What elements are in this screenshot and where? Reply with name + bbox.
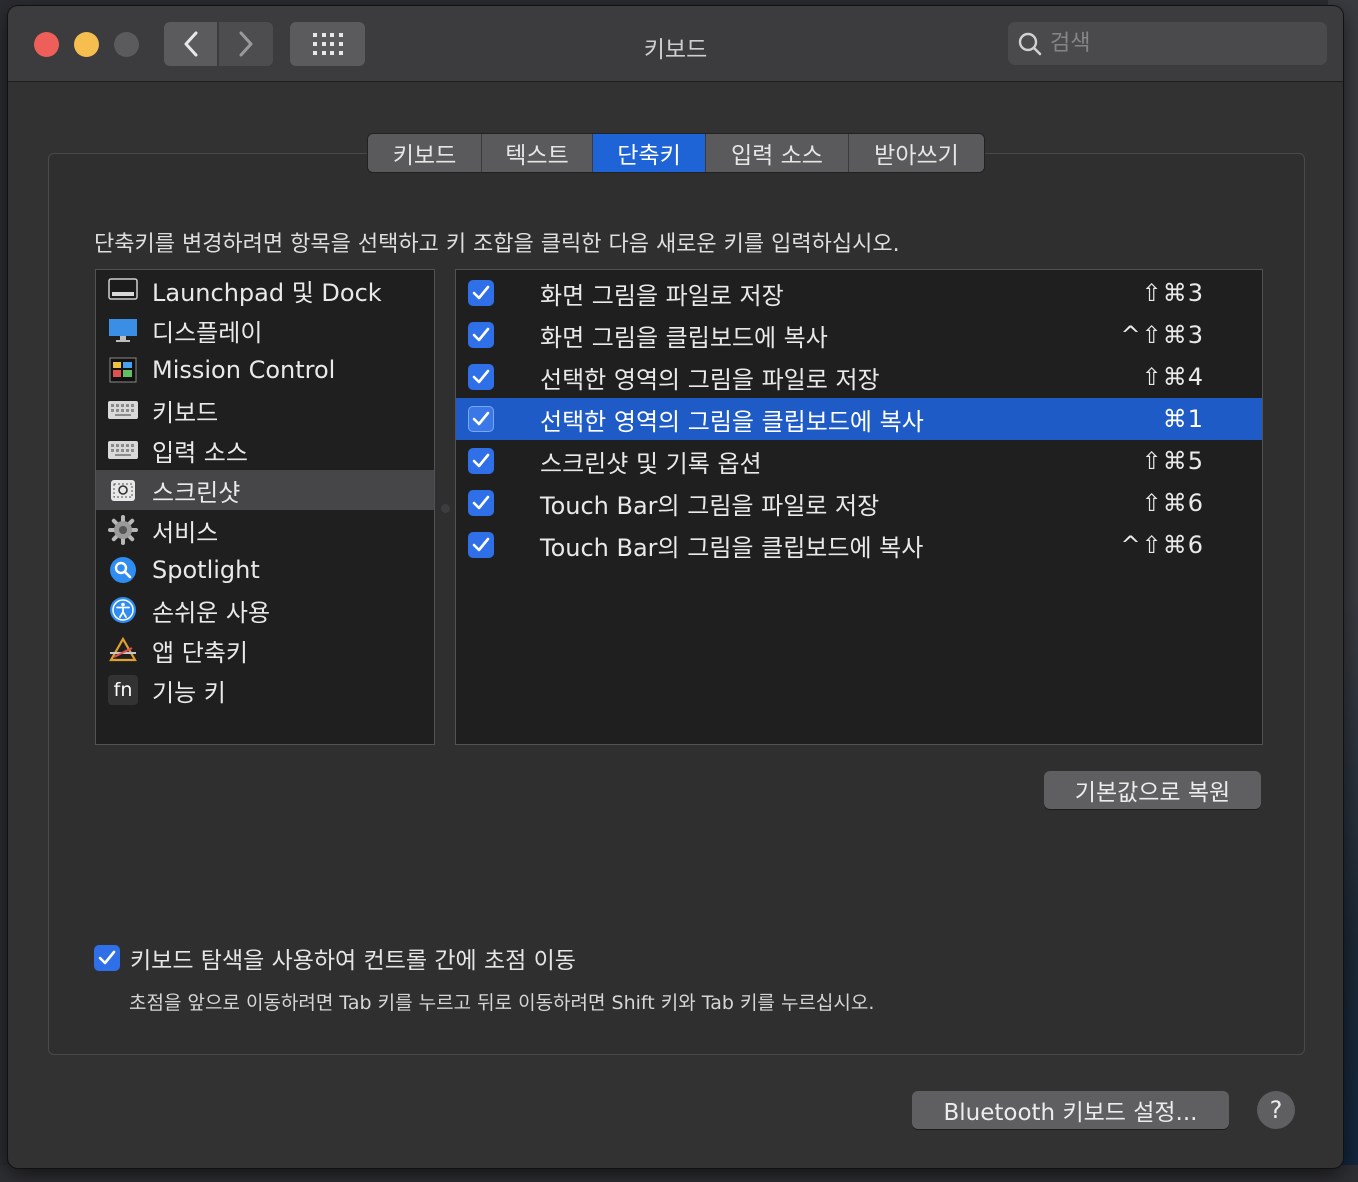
shortcut-keys[interactable]: ⇧⌘4 xyxy=(1142,363,1204,391)
help-button[interactable]: ? xyxy=(1257,1091,1295,1129)
category-accessibility[interactable]: 손쉬운 사용 xyxy=(96,590,434,630)
checkmark-icon xyxy=(472,285,490,300)
shortcut-checkbox[interactable] xyxy=(468,532,494,558)
keyboard-navigation-checkbox[interactable] xyxy=(94,945,120,971)
title-bar: 키보드 xyxy=(8,6,1343,82)
app-shortcuts-icon xyxy=(108,635,138,665)
search-field[interactable] xyxy=(1008,22,1327,65)
shortcut-checkbox[interactable] xyxy=(468,490,494,516)
tab-dictation[interactable]: 받아쓰기 xyxy=(849,134,984,172)
category-label: Spotlight xyxy=(152,556,260,584)
category-launchpad-dock[interactable]: Launchpad 및 Dock xyxy=(96,270,434,310)
keyboard-navigation-option[interactable]: 키보드 탐색을 사용하여 컨트롤 간에 초점 이동 xyxy=(94,941,576,975)
shortcut-checkbox[interactable] xyxy=(468,448,494,474)
input-source-icon xyxy=(108,435,138,465)
category-app-shortcuts[interactable]: 앱 단축키 xyxy=(96,630,434,670)
checkmark-icon xyxy=(472,537,490,552)
category-keyboard[interactable]: 키보드 xyxy=(96,390,434,430)
category-label: 키보드 xyxy=(152,398,219,427)
category-input-sources[interactable]: 입력 소스 xyxy=(96,430,434,470)
shortcut-keys[interactable]: ⌘1 xyxy=(1163,405,1204,433)
shortcut-row[interactable]: 화면 그림을 클립보드에 복사 ^⇧⌘3 xyxy=(456,314,1262,356)
checkmark-icon xyxy=(472,453,490,468)
shortcut-row[interactable]: 선택한 영역의 그림을 파일로 저장 ⇧⌘4 xyxy=(456,356,1262,398)
launchpad-dock-icon xyxy=(108,275,138,305)
shortcut-keys[interactable]: ⇧⌘5 xyxy=(1142,447,1204,475)
instruction-text: 단축키를 변경하려면 항목을 선택하고 키 조합을 클릭한 다음 새로운 키를 … xyxy=(94,232,900,257)
category-label: Launchpad 및 Dock xyxy=(152,278,382,307)
spotlight-icon xyxy=(108,555,138,585)
shortcut-checkbox[interactable] xyxy=(468,280,494,306)
shortcut-checkbox[interactable] xyxy=(468,406,494,432)
search-icon xyxy=(1018,32,1042,55)
category-label: 디스플레이 xyxy=(152,318,263,347)
preferences-window: 키보드 키보드 텍스트 단축키 입력 소스 받아쓰기 단축키를 변경하려면 항목… xyxy=(8,6,1343,1168)
shortcut-checkbox[interactable] xyxy=(468,322,494,348)
keyboard-icon xyxy=(108,395,138,425)
checkmark-icon xyxy=(472,369,490,384)
tab-input-sources[interactable]: 입력 소스 xyxy=(706,134,849,172)
category-screenshots[interactable]: 스크린샷 xyxy=(96,470,434,510)
tab-text[interactable]: 텍스트 xyxy=(482,134,593,172)
shortcut-keys[interactable]: ^⇧⌘6 xyxy=(1121,531,1205,559)
keyboard-navigation-label: 키보드 탐색을 사용하여 컨트롤 간에 초점 이동 xyxy=(130,948,576,974)
category-label: 스크린샷 xyxy=(152,478,241,507)
category-label: 손쉬운 사용 xyxy=(152,598,271,627)
restore-defaults-button[interactable]: 기본값으로 복원 xyxy=(1044,771,1261,809)
gear-icon xyxy=(108,515,138,545)
shortcut-label: 화면 그림을 클립보드에 복사 xyxy=(540,323,828,352)
shortcut-keys[interactable]: ⇧⌘6 xyxy=(1142,489,1204,517)
tab-bar: 키보드 텍스트 단축키 입력 소스 받아쓰기 xyxy=(368,134,984,172)
shortcut-label: 화면 그림을 파일로 저장 xyxy=(540,281,784,310)
shortcut-keys[interactable]: ^⇧⌘3 xyxy=(1121,321,1205,349)
shortcut-label: 스크린샷 및 기록 옵션 xyxy=(540,449,762,478)
category-spotlight[interactable]: Spotlight xyxy=(96,550,434,590)
shortcut-label: Touch Bar의 그림을 클립보드에 복사 xyxy=(540,533,924,562)
shortcut-label: 선택한 영역의 그림을 파일로 저장 xyxy=(540,365,880,394)
shortcut-row[interactable]: 화면 그림을 파일로 저장 ⇧⌘3 xyxy=(456,272,1262,314)
category-services[interactable]: 서비스 xyxy=(96,510,434,550)
shortcut-row[interactable]: Touch Bar의 그림을 클립보드에 복사 ^⇧⌘6 xyxy=(456,524,1262,566)
mission-control-icon xyxy=(108,355,138,385)
category-label: 앱 단축키 xyxy=(152,638,248,667)
fn-key-icon: fn xyxy=(108,675,138,705)
category-label: 서비스 xyxy=(152,518,219,547)
shortcut-row[interactable]: Touch Bar의 그림을 파일로 저장 ⇧⌘6 xyxy=(456,482,1262,524)
shortcut-keys[interactable]: ⇧⌘3 xyxy=(1142,279,1204,307)
accessibility-icon xyxy=(108,595,138,625)
checkmark-icon xyxy=(98,950,116,965)
display-icon xyxy=(108,315,138,345)
category-label: 기능 키 xyxy=(152,678,226,707)
category-display[interactable]: 디스플레이 xyxy=(96,310,434,350)
shortcut-label: Touch Bar의 그림을 파일로 저장 xyxy=(540,491,880,520)
checkmark-icon xyxy=(472,495,490,510)
category-mission-control[interactable]: Mission Control xyxy=(96,350,434,390)
category-function-keys[interactable]: fn 기능 키 xyxy=(96,670,434,710)
category-label: Mission Control xyxy=(152,356,336,384)
screenshot-icon xyxy=(108,475,138,505)
checkmark-icon xyxy=(472,327,490,342)
category-list: Launchpad 및 Dock 디스플레이 Mission Control 키… xyxy=(95,269,435,745)
bluetooth-keyboard-setup-button[interactable]: Bluetooth 키보드 설정... xyxy=(912,1091,1229,1129)
tab-keyboard[interactable]: 키보드 xyxy=(368,134,482,172)
shortcut-list: 화면 그림을 파일로 저장 ⇧⌘3 화면 그림을 클립보드에 복사 ^⇧⌘3 선… xyxy=(455,269,1263,745)
checkmark-icon xyxy=(472,411,490,426)
category-label: 입력 소스 xyxy=(152,438,248,467)
shortcut-row-selected[interactable]: 선택한 영역의 그림을 클립보드에 복사 ⌘1 xyxy=(456,398,1262,440)
split-view-handle[interactable] xyxy=(441,504,450,513)
shortcut-checkbox[interactable] xyxy=(468,364,494,390)
search-input[interactable] xyxy=(1048,30,1302,57)
shortcut-label: 선택한 영역의 그림을 클립보드에 복사 xyxy=(540,407,924,436)
tab-shortcuts[interactable]: 단축키 xyxy=(593,134,706,172)
keyboard-navigation-note: 초점을 앞으로 이동하려면 Tab 키를 누르고 뒤로 이동하려면 Shift … xyxy=(129,992,875,1014)
shortcut-row[interactable]: 스크린샷 및 기록 옵션 ⇧⌘5 xyxy=(456,440,1262,482)
